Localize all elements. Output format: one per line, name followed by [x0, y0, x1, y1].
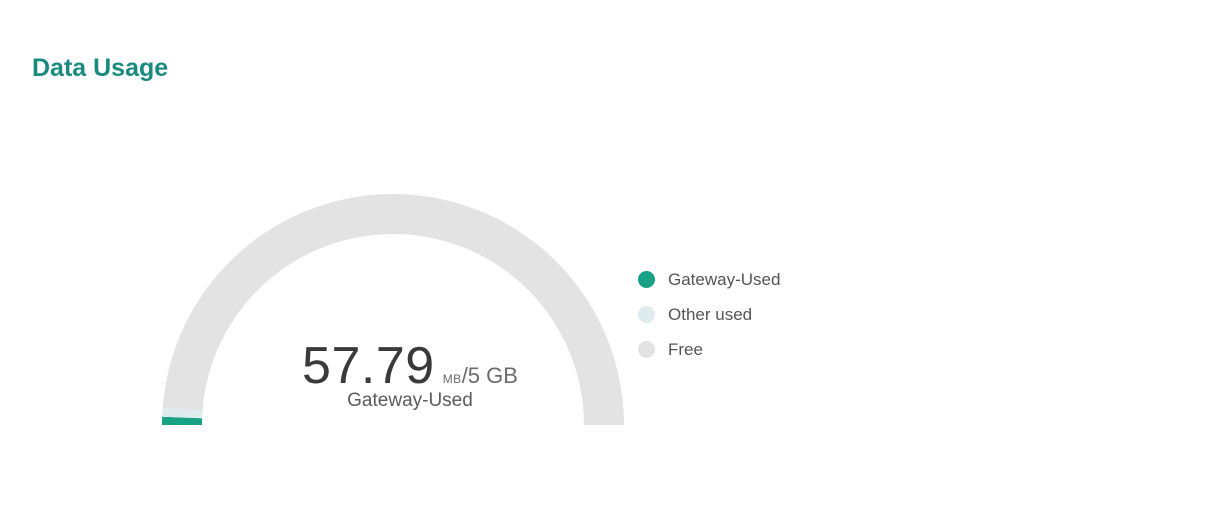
gauge-center-readout: 57.79 MB/5 GB Gateway-Used [230, 336, 590, 412]
legend-label: Free [668, 339, 703, 359]
usage-gauge-chart [162, 193, 624, 425]
legend-dot-icon [638, 271, 655, 288]
chart-legend: Gateway-Used Other used Free [638, 262, 780, 367]
gauge-segment-gateway-used[interactable] [162, 416, 203, 425]
legend-item-free[interactable]: Free [638, 332, 780, 367]
legend-label: Gateway-Used [668, 269, 781, 289]
gauge-total: /5 GB [461, 363, 518, 388]
legend-label: Other used [668, 304, 753, 324]
legend-dot-icon [638, 341, 655, 358]
legend-item-other-used[interactable]: Other used [638, 297, 780, 332]
gauge-label: Gateway-Used [347, 390, 473, 411]
gauge-value-line: 57.79 MB/5 GB [230, 336, 590, 396]
legend-dot-icon [638, 306, 655, 323]
gauge-unit-small: MB [442, 372, 462, 386]
gauge-value: 57.79 [302, 337, 435, 395]
legend-item-gateway-used[interactable]: Gateway-Used [638, 262, 780, 297]
